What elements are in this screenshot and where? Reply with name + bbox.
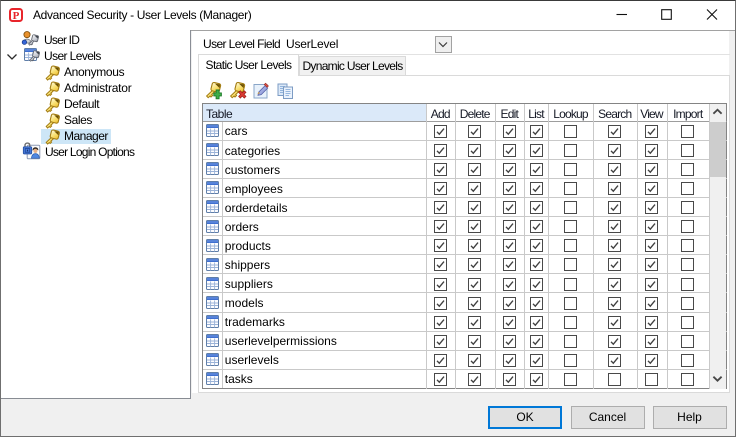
svg-text:P: P: [13, 10, 20, 22]
